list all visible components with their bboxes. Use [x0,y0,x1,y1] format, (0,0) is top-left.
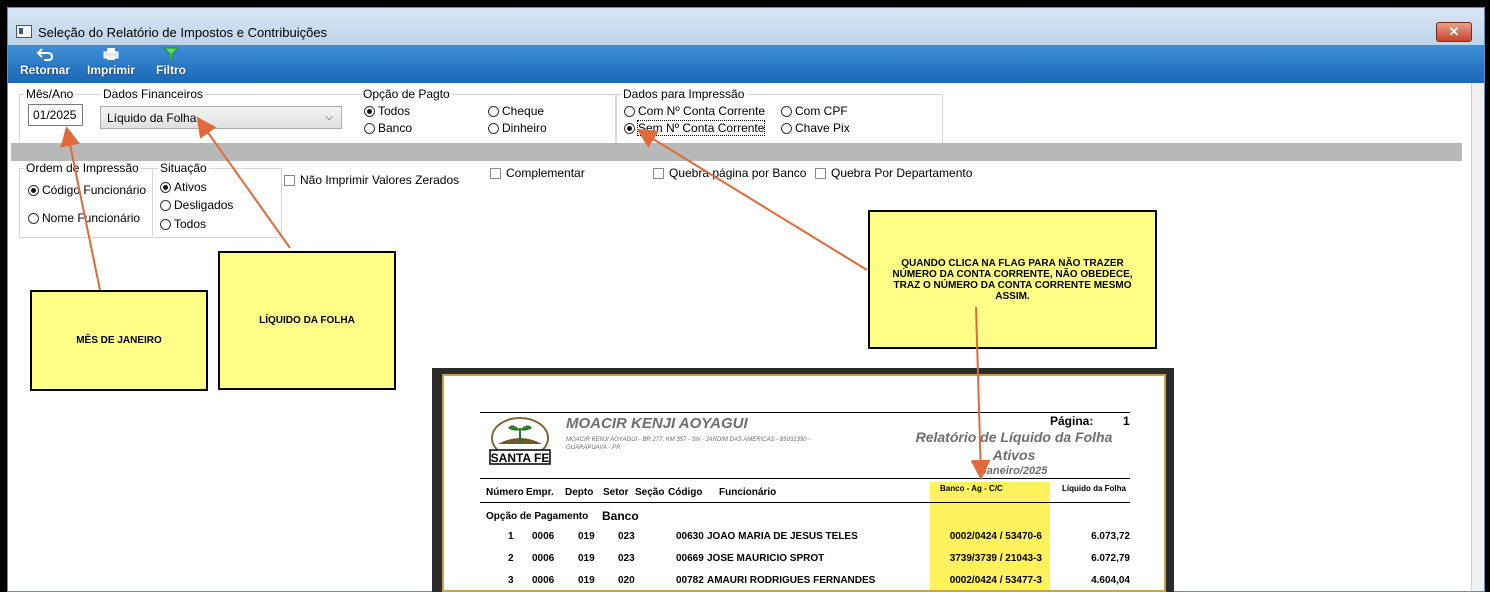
radio-banco[interactable]: Banco [364,121,412,135]
col-depto: Depto [565,487,594,498]
report-page: SANTA FE MOACIR KENJI AOYAGUI MOACIR KEN… [442,374,1166,592]
checkbox-quebra-banco[interactable]: Quebra página por Banco [653,166,806,180]
radio-cheque[interactable]: Cheque [488,104,544,118]
dados-impressao-group-box [616,94,943,144]
radio-button [488,106,499,117]
radio-button [488,123,499,134]
note-liquido-folha: LÍQUIDO DA FOLHA [218,251,396,390]
radio-button-selected [364,106,375,117]
radio-button [781,123,792,134]
report-subtitle: Ativos [992,447,1036,463]
radio-com-cpf[interactable]: Com CPF [781,104,848,118]
printer-icon [80,47,142,64]
situacao-label: Situação [158,161,209,175]
report-address-line1: MOACIR KENJI AOYAGUI - BR 277, KM 357 - … [566,437,811,443]
logo-text: SANTA FE [490,451,550,465]
radio-dinheiro[interactable]: Dinheiro [488,121,547,135]
filtro-button[interactable]: Filtro [148,47,194,77]
dados-financeiros-label: Dados Financeiros [101,87,206,101]
radio-button [624,106,635,117]
checkbox-nao-imprimir-zerados[interactable]: Não Imprimir Valores Zerados [284,173,459,187]
chevron-down-icon: ⌵ [325,112,333,123]
col-funcionario: Funcionário [719,487,777,498]
report-company-name: MOACIR KENJI AOYAGUI [566,415,748,432]
ordem-situacao-group-box [19,168,282,238]
vertical-scrollbar[interactable] [1471,83,1484,591]
toolbar: Retornar Imprimir Filtro [8,45,1484,83]
checkbox [490,168,501,179]
col-banco: Banco - Ag - C/C [940,484,1003,493]
report-period: Janeiro/2025 [980,465,1048,477]
retornar-button[interactable]: Retornar [14,47,76,77]
radio-todos-pagto[interactable]: Todos [364,104,410,118]
window-app-icon [16,25,32,38]
checkbox [653,168,664,179]
col-empr: Empr. [526,487,554,498]
mes-ano-input[interactable]: 01/2025 [28,104,83,126]
report-preview: SANTA FE MOACIR KENJI AOYAGUI MOACIR KEN… [432,368,1174,592]
group-divider [152,168,153,236]
checkbox-quebra-departamento[interactable]: Quebra Por Departamento [815,166,972,180]
radio-button [364,123,375,134]
report-address-line2: GUARAPUAVA - PR [566,445,621,451]
radio-todos-situacao[interactable]: Todos [160,217,206,231]
report-header-rule [480,478,1130,479]
report-top-rule [480,412,1130,413]
radio-desligados[interactable]: Desligados [160,198,233,212]
section-separator-bar [11,143,1462,161]
imprimir-button[interactable]: Imprimir [80,47,142,77]
opcao-pagamento-value: Banco [602,509,639,523]
radio-button [28,213,39,224]
window-title: Seleção do Relatório de Impostos e Contr… [38,25,328,40]
opcao-pagto-label: Opção de Pagto [361,87,452,101]
col-secao: Seção [635,487,665,498]
radio-button [781,106,792,117]
col-setor: Setor [603,487,629,498]
dados-impressao-label: Dados para Impressão [621,87,747,101]
filter-funnel-icon [148,47,194,64]
report-page-label: Página: [1050,414,1094,428]
col-numero: Número [486,487,524,498]
title-bar: Seleção do Relatório de Impostos e Contr… [8,8,1484,45]
checkbox [815,168,826,179]
col-codigo: Código [668,487,703,498]
radio-chave-pix[interactable]: Chave Pix [781,121,850,135]
return-arrow-icon [14,47,76,64]
radio-ativos[interactable]: Ativos [160,180,207,194]
ordem-impressao-label: Ordem de Impressão [24,161,141,175]
radio-nome-funcionario[interactable]: Nome Funcionário [28,211,140,225]
note-mes-janeiro: MÊS DE JANEIRO [30,290,208,391]
mes-ano-label: Mês/Ano [24,87,76,101]
radio-button-selected [160,182,171,193]
close-button[interactable]: ✕ [1436,22,1472,42]
checkbox-complementar[interactable]: Complementar [490,166,585,180]
radio-com-conta-corrente[interactable]: Com Nº Conta Corrente [624,104,765,118]
report-columns-rule [480,502,1130,503]
radio-codigo-funcionario[interactable]: Código Funcionário [28,183,146,197]
radio-button [160,200,171,211]
radio-button-selected [28,185,39,196]
opcao-pagamento-label: Opção de Pagamento [486,511,589,522]
report-page-number: 1 [1123,414,1130,428]
radio-sem-conta-corrente[interactable]: Sem Nº Conta Corrente [624,120,766,136]
col-liquido: Líquido da Folha [1062,484,1126,493]
dados-financeiros-value: Líquido da Folha [107,111,197,125]
radio-button-selected [624,123,635,134]
radio-button [160,219,171,230]
note-conta-corrente: QUANDO CLICA NA FLAG PARA NÃO TRAZER NÚM… [868,210,1157,349]
report-title: Relatório de Líquido da Folha [915,429,1113,445]
dados-financeiros-select[interactable]: Líquido da Folha ⌵ [100,106,342,129]
checkbox [284,175,295,186]
